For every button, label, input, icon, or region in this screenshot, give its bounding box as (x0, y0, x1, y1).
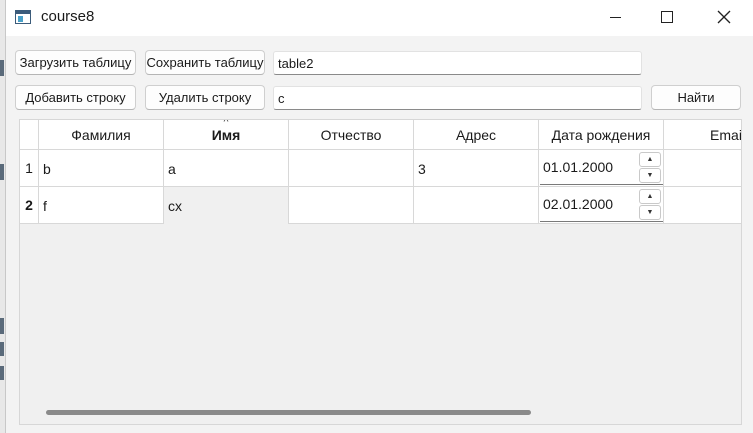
find-button[interactable]: Найти (651, 85, 741, 110)
column-header-otchestvo[interactable]: Отчество (289, 120, 414, 150)
app-window-icon (15, 10, 31, 24)
table-cell-selected[interactable]: cx (164, 187, 289, 224)
backdrop-mark (0, 366, 4, 380)
spin-up-button[interactable]: ▲ (639, 189, 661, 204)
maximize-icon (661, 11, 673, 23)
table-cell[interactable] (289, 187, 414, 224)
sort-ascending-icon: ^ (223, 119, 229, 126)
chevron-up-icon: ▲ (646, 156, 654, 163)
close-button[interactable] (701, 0, 747, 34)
chevron-down-icon: ▼ (646, 172, 654, 179)
close-icon (717, 10, 731, 24)
column-header-bar: Фамилия ^ Имя Отчество Адрес Дата рожден… (39, 120, 741, 150)
column-header-familiya[interactable]: Фамилия (39, 120, 164, 150)
minimize-button[interactable] (592, 0, 638, 34)
scrollbar-thumb[interactable] (46, 410, 531, 415)
spin-down-button[interactable]: ▼ (639, 168, 661, 183)
minimize-icon (609, 16, 621, 18)
save-table-button[interactable]: Сохранить таблицу (145, 50, 265, 75)
table-name-input[interactable]: table2 (273, 51, 642, 75)
maximize-button[interactable] (644, 0, 690, 34)
table-corner-button[interactable] (20, 120, 39, 150)
table-cell[interactable] (289, 150, 414, 187)
window-title: course8 (41, 8, 95, 25)
table-cell[interactable]: f (39, 187, 164, 224)
delete-row-button[interactable]: Удалить строку (145, 85, 265, 110)
load-table-button[interactable]: Загрузить таблицу (15, 50, 136, 75)
birthdate-edit[interactable]: 02.01.2000 ▲ ▼ (540, 187, 663, 222)
date-value: 01.01.2000 (543, 159, 614, 175)
birthdate-edit[interactable]: 01.01.2000 ▲ ▼ (540, 150, 663, 185)
column-header-birthdate[interactable]: Дата рождения (539, 120, 664, 150)
backdrop-mark (0, 342, 4, 356)
row-header[interactable]: 1 (20, 150, 39, 187)
data-table[interactable]: Фамилия ^ Имя Отчество Адрес Дата рожден… (19, 119, 742, 425)
date-value: 02.01.2000 (543, 196, 614, 212)
table-empty-area (39, 224, 741, 402)
column-header-adres[interactable]: Адрес (414, 120, 539, 150)
table-cell-date: 01.01.2000 ▲ ▼ (539, 150, 664, 187)
chevron-down-icon: ▼ (646, 209, 654, 216)
table-cell[interactable]: 3 (414, 150, 539, 187)
app-window: course8 Загрузить таблицу Сохранить табл… (5, 0, 753, 433)
spin-up-button[interactable]: ▲ (639, 152, 661, 167)
table-row: f cx 02.01.2000 ▲ ▼ (39, 187, 741, 224)
table-cell-date: 02.01.2000 ▲ ▼ (539, 187, 664, 224)
spin-down-button[interactable]: ▼ (639, 205, 661, 220)
chevron-up-icon: ▲ (646, 193, 654, 200)
table-cell[interactable] (664, 187, 741, 224)
table-cell[interactable]: a (164, 150, 289, 187)
table-cell[interactable] (414, 187, 539, 224)
horizontal-scrollbar[interactable] (39, 402, 741, 424)
row-header[interactable]: 2 (20, 187, 39, 224)
table-row: b a 3 01.01.2000 ▲ ▼ (39, 150, 741, 187)
table-cell[interactable]: b (39, 150, 164, 187)
search-input[interactable]: c (273, 86, 642, 110)
table-cell[interactable] (664, 150, 741, 187)
backdrop-mark (0, 60, 4, 76)
add-row-button[interactable]: Добавить строку (15, 85, 136, 110)
backdrop-mark (0, 164, 4, 180)
column-header-email[interactable]: Emai (664, 120, 741, 150)
column-header-label: Имя (211, 127, 241, 143)
backdrop-mark (0, 318, 4, 334)
column-header-imya[interactable]: ^ Имя (164, 120, 289, 150)
title-bar[interactable]: course8 (6, 0, 753, 36)
